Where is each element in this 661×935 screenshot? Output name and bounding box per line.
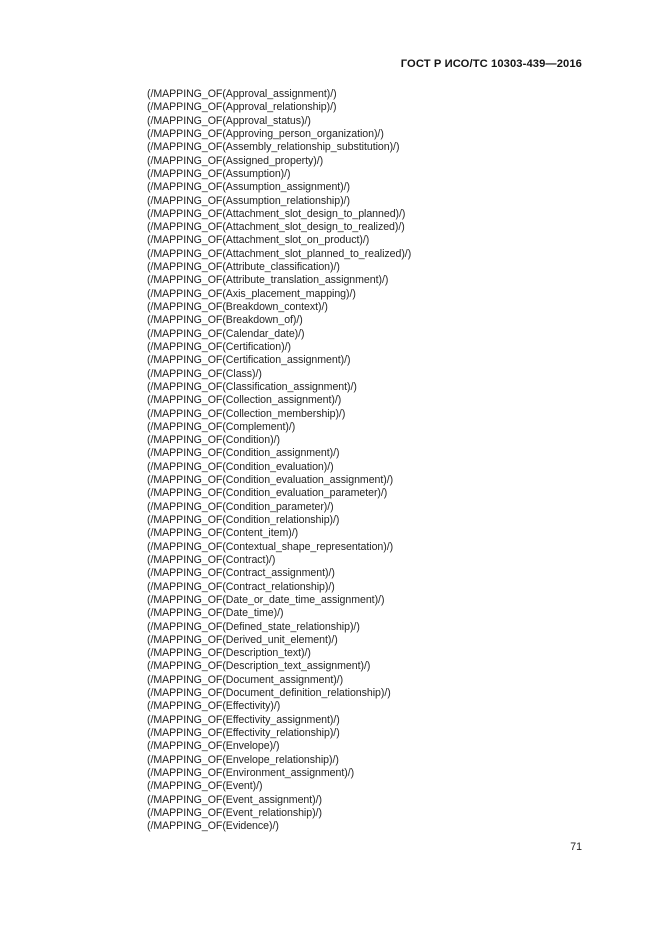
mapping-line: (/MAPPING_OF(Effectivity)/): [147, 700, 281, 713]
mapping-line: (/MAPPING_OF(Event_relationship)/): [147, 806, 322, 819]
mapping-line: (/MAPPING_OF(Axis_placement_mapping)/): [147, 287, 356, 300]
mapping-line: (/MAPPING_OF(Approval_status)/): [147, 114, 311, 127]
mapping-line: (/MAPPING_OF(Approval_assignment)/): [147, 88, 337, 100]
mapping-line: (/MAPPING_OF(Evidence)/): [147, 820, 279, 833]
mapping-line: (/MAPPING_OF(Attachment_slot_on_product)…: [147, 234, 370, 247]
mapping-line: (/MAPPING_OF(Contract)/): [147, 553, 276, 566]
mapping-line: (/MAPPING_OF(Effectivity_relationship)/): [147, 727, 340, 739]
mapping-line: (/MAPPING_OF(Envelope)/): [147, 740, 280, 753]
mapping-line: (/MAPPING_OF(Date_time)/): [147, 607, 284, 620]
mapping-line: (/MAPPING_OF(Event)/): [147, 780, 263, 793]
mapping-line: (/MAPPING_OF(Assumption)/): [147, 167, 291, 180]
page-number: 71: [570, 841, 582, 853]
mapping-line: (/MAPPING_OF(Content_item)/): [147, 527, 299, 540]
mapping-line: (/MAPPING_OF(Attachment_slot_design_to_p…: [147, 207, 406, 220]
mapping-line: (/MAPPING_OF(Contextual_shape_representa…: [147, 540, 394, 553]
running-header: ГОСТ Р ИСО/ТС 10303-439—2016: [400, 58, 582, 70]
mapping-line: (/MAPPING_OF(Defined_state_relationship)…: [147, 620, 360, 633]
mapping-line: (/MAPPING_OF(Document_assignment)/): [147, 673, 344, 686]
mapping-line: (/MAPPING_OF(Complement)/): [147, 420, 296, 433]
mapping-line: (/MAPPING_OF(Approval_relationship)/): [147, 101, 337, 114]
mapping-line: (/MAPPING_OF(Condition)/): [147, 434, 280, 447]
mapping-line: (/MAPPING_OF(Breakdown_of)/): [147, 314, 303, 327]
mapping-line: (/MAPPING_OF(Contract_assignment)/): [147, 567, 335, 580]
mapping-line: (/MAPPING_OF(Assumption_relationship)/): [147, 194, 350, 207]
mapping-line: (/MAPPING_OF(Contract_relationship)/): [147, 580, 335, 593]
mapping-line: (/MAPPING_OF(Condition_assignment)/): [147, 447, 340, 460]
mapping-line: (/MAPPING_OF(Assumption_assignment)/): [147, 181, 351, 194]
mapping-line: (/MAPPING_OF(Classification_assignment)/…: [147, 380, 357, 393]
mapping-line: (/MAPPING_OF(Event_assignment)/): [147, 793, 323, 806]
mapping-line: (/MAPPING_OF(Document_definition_relatio…: [147, 687, 391, 700]
mapping-line: (/MAPPING_OF(Condition_parameter)/): [147, 500, 334, 513]
mapping-line: (/MAPPING_OF(Approving_person_organizati…: [147, 127, 384, 140]
mapping-line: (/MAPPING_OF(Certification)/): [147, 340, 291, 353]
mapping-line: (/MAPPING_OF(Attachment_slot_planned_to_…: [147, 247, 412, 260]
mapping-line: (/MAPPING_OF(Envelope_relationship)/): [147, 753, 339, 766]
mapping-statement-list: (/MAPPING_OF(Approval_assignment)/) (/MAP…: [147, 88, 617, 834]
mapping-line: (/MAPPING_OF(Certification_assignment)/): [147, 354, 351, 367]
document-page: ГОСТ Р ИСО/ТС 10303-439—2016 (/MAPPING_O…: [0, 0, 661, 935]
mapping-line: (/MAPPING_OF(Condition_relationship)/): [147, 514, 340, 526]
mapping-line: (/MAPPING_OF(Description_text_assignment…: [147, 660, 371, 673]
mapping-line: (/MAPPING_OF(Effectivity_assignment)/): [147, 713, 340, 726]
mapping-line: (/MAPPING_OF(Date_or_date_time_assignmen…: [147, 593, 385, 606]
mapping-line: (/MAPPING_OF(Condition_evaluation_parame…: [147, 487, 388, 500]
mapping-line: (/MAPPING_OF(Derived_unit_element)/): [147, 633, 338, 646]
mapping-line: (/MAPPING_OF(Description_text)/): [147, 647, 311, 660]
mapping-line: (/MAPPING_OF(Assigned_property)/): [147, 154, 324, 167]
mapping-line: (/MAPPING_OF(Collection_assignment)/): [147, 394, 342, 407]
mapping-line: (/MAPPING_OF(Assembly_relationship_subst…: [147, 141, 400, 154]
mapping-line: (/MAPPING_OF(Attachment_slot_design_to_r…: [147, 221, 405, 234]
mapping-line: (/MAPPING_OF(Calendar_date)/): [147, 327, 305, 340]
mapping-line: (/MAPPING_OF(Class)/): [147, 367, 262, 380]
mapping-line: (/MAPPING_OF(Condition_evaluation_assign…: [147, 474, 394, 487]
mapping-line: (/MAPPING_OF(Environment_assignment)/): [147, 766, 355, 779]
mapping-line: (/MAPPING_OF(Attribute_classification)/): [147, 261, 340, 274]
mapping-line: (/MAPPING_OF(Breakdown_context)/): [147, 301, 328, 313]
mapping-line: (/MAPPING_OF(Condition_evaluation)/): [147, 460, 334, 473]
mapping-line: (/MAPPING_OF(Attribute_translation_assig…: [147, 274, 389, 287]
mapping-line: (/MAPPING_OF(Collection_membership)/): [147, 407, 346, 420]
